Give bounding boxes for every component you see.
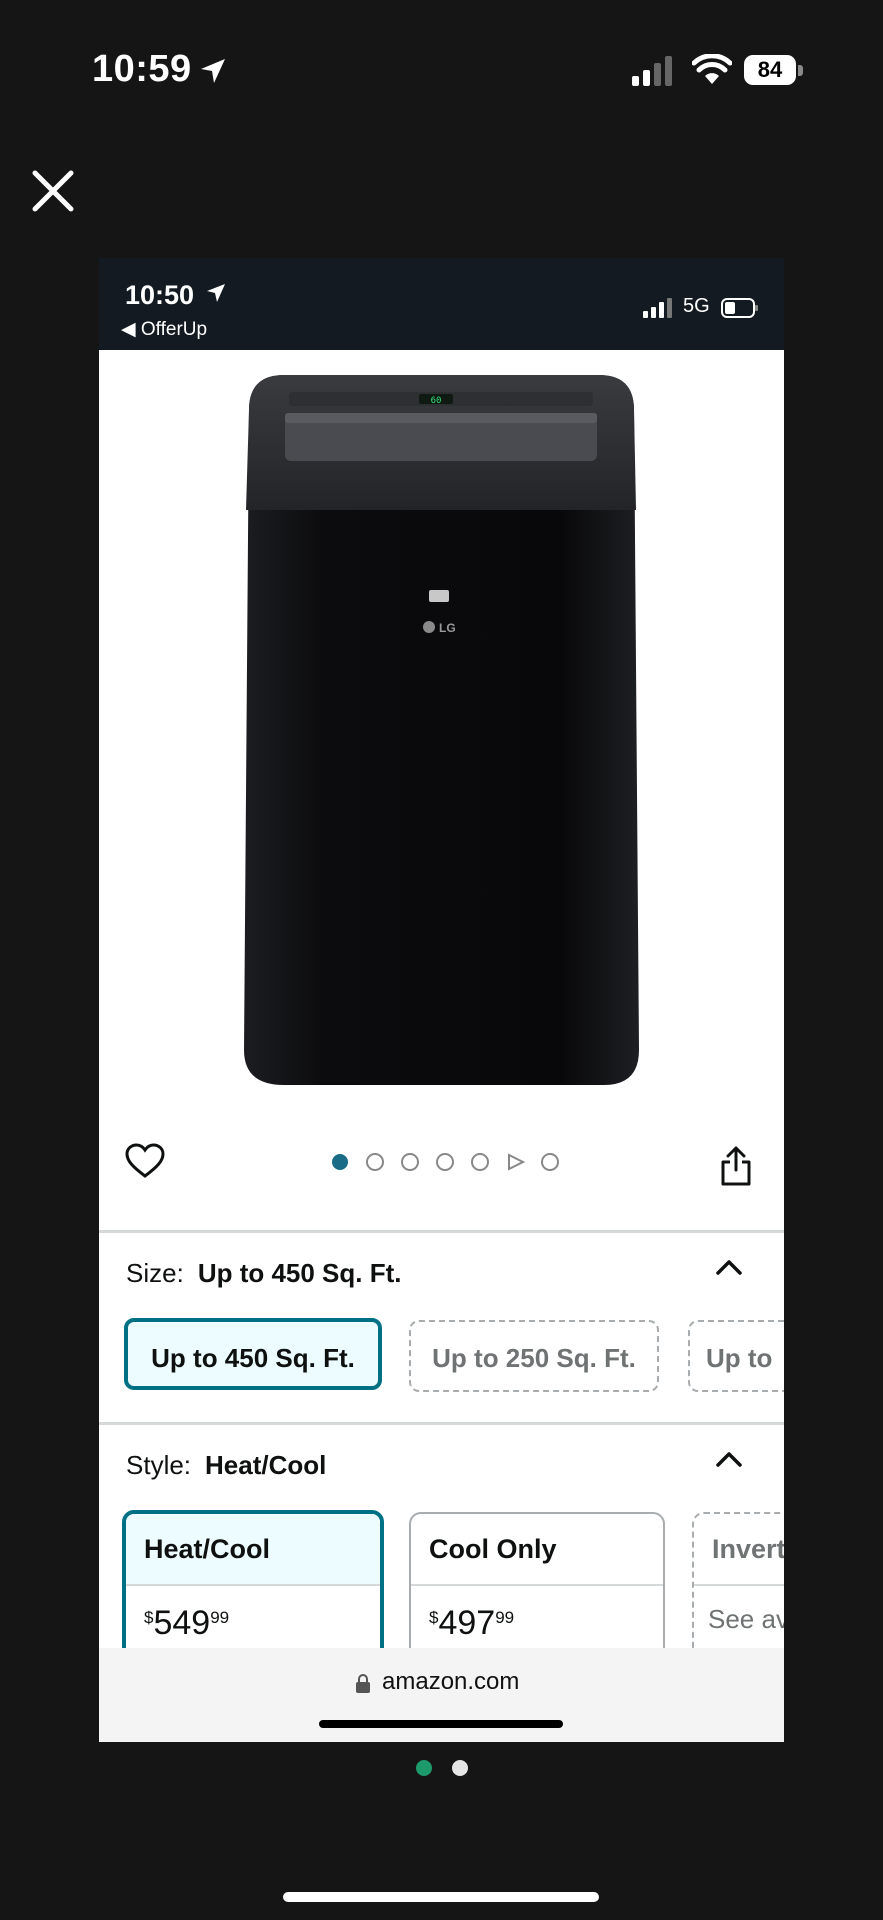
pager-dot-active[interactable] (416, 1760, 432, 1776)
style-selected-value: Heat/Cool (205, 1450, 327, 1480)
gallery-dot[interactable] (471, 1153, 489, 1171)
gallery-dot[interactable] (401, 1153, 419, 1171)
cellular-signal-icon (632, 56, 672, 86)
section-divider (99, 1230, 784, 1233)
pager-dot[interactable] (452, 1760, 468, 1776)
inner-home-indicator (319, 1720, 563, 1728)
portable-air-conditioner-image[interactable]: 60 LG (99, 350, 784, 1090)
inner-network-label: 5G (683, 295, 710, 317)
size-option-450[interactable]: Up to 450 Sq. Ft. (124, 1318, 382, 1390)
lock-icon (356, 1674, 370, 1693)
inner-status-bar: 10:50 ◀ OfferUp 5G (99, 258, 784, 350)
chevron-up-icon[interactable] (715, 1450, 743, 1468)
style-option-price: $49799 (429, 1604, 515, 1642)
gallery-dot[interactable] (366, 1153, 384, 1171)
size-option-partial[interactable]: Up to (688, 1320, 784, 1392)
inner-battery-icon (721, 298, 758, 318)
lg-logo: LG (439, 621, 456, 635)
gallery-dot[interactable] (436, 1153, 454, 1171)
close-icon[interactable] (28, 166, 78, 216)
style-row: Style: Heat/Cool (126, 1450, 326, 1481)
viewed-screenshot: 10:50 ◀ OfferUp 5G 60 LG Size: Up to 450… (99, 258, 784, 1742)
chevron-up-icon[interactable] (715, 1258, 743, 1276)
style-option-name: Cool Only (411, 1514, 663, 1586)
home-indicator[interactable] (283, 1892, 599, 1902)
status-time: 10:59 (92, 48, 192, 90)
battery-icon: 84 (744, 55, 806, 87)
style-option-availability: See av (708, 1604, 784, 1634)
inner-status-time: 10:50 (125, 280, 195, 310)
size-label: Size: (126, 1258, 184, 1288)
ac-display-readout: 60 (431, 396, 442, 406)
style-option-name: Heat/Cool (126, 1514, 380, 1586)
size-option-250[interactable]: Up to 250 Sq. Ft. (409, 1320, 659, 1392)
section-divider (99, 1422, 784, 1425)
style-label: Style: (126, 1450, 192, 1480)
battery-percentage: 84 (757, 57, 783, 82)
gallery-dot[interactable] (541, 1153, 559, 1171)
wifi-icon (692, 54, 732, 84)
gallery-video-icon[interactable] (508, 1153, 526, 1171)
browser-url[interactable]: amazon.com (382, 1668, 519, 1696)
share-icon[interactable] (719, 1146, 753, 1186)
back-to-offerup-link[interactable]: ◀ OfferUp (121, 318, 207, 341)
browser-url-bar[interactable]: amazon.com (99, 1648, 784, 1742)
gallery-pagination[interactable] (329, 1151, 559, 1173)
size-row: Size: Up to 450 Sq. Ft. (126, 1258, 402, 1289)
inner-cellular-signal-icon (643, 298, 672, 318)
style-option-price: $54999 (144, 1604, 230, 1642)
location-arrow-icon (201, 59, 225, 83)
heart-icon[interactable] (125, 1143, 165, 1179)
inner-location-arrow-icon (207, 284, 225, 302)
size-selected-value: Up to 450 Sq. Ft. (197, 1258, 402, 1288)
gallery-dot-active[interactable] (332, 1154, 348, 1170)
style-option-name: Invert (694, 1514, 784, 1586)
